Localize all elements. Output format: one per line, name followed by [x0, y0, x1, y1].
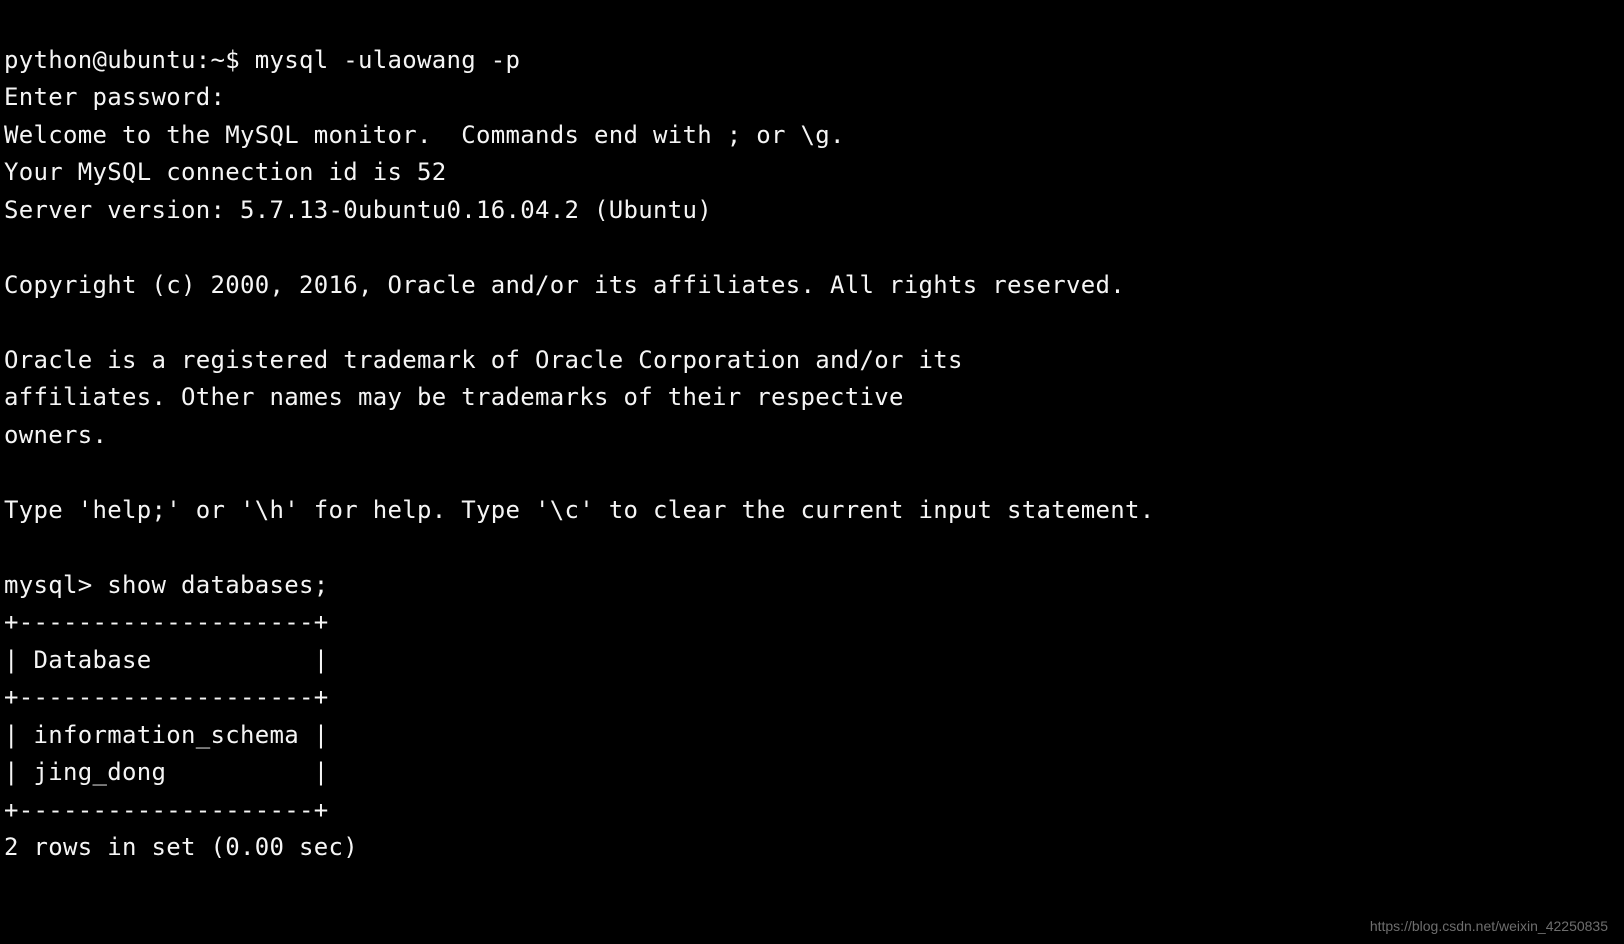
table-row: | information_schema | [4, 721, 328, 749]
mysql-server-version: Server version: 5.7.13-0ubuntu0.16.04.2 … [4, 196, 712, 224]
table-footer: 2 rows in set (0.00 sec) [4, 833, 358, 861]
watermark: https://blog.csdn.net/weixin_42250835 [1370, 918, 1608, 934]
mysql-help-line: Type 'help;' or '\h' for help. Type '\c'… [4, 496, 1154, 524]
mysql-trademark-line-2: affiliates. Other names may be trademark… [4, 383, 904, 411]
mysql-welcome: Welcome to the MySQL monitor. Commands e… [4, 121, 845, 149]
table-header: | Database | [4, 646, 328, 674]
mysql-prompt: mysql> [4, 571, 93, 599]
mysql-copyright: Copyright (c) 2000, 2016, Oracle and/or … [4, 271, 1125, 299]
terminal-output[interactable]: python@ubuntu:~$ mysql -ulaowang -p Ente… [0, 0, 1624, 867]
mysql-enter-password: Enter password: [4, 83, 225, 111]
shell-command: mysql -ulaowang -p [255, 46, 521, 74]
table-border-mid: +--------------------+ [4, 683, 328, 711]
mysql-trademark-line-3: owners. [4, 421, 107, 449]
table-row: | jing_dong | [4, 758, 328, 786]
mysql-trademark-line-1: Oracle is a registered trademark of Orac… [4, 346, 963, 374]
table-border-bottom: +--------------------+ [4, 796, 328, 824]
mysql-connection-id: Your MySQL connection id is 52 [4, 158, 446, 186]
shell-prompt: python@ubuntu:~$ [4, 46, 240, 74]
table-border-top: +--------------------+ [4, 608, 328, 636]
mysql-command: show databases; [107, 571, 328, 599]
